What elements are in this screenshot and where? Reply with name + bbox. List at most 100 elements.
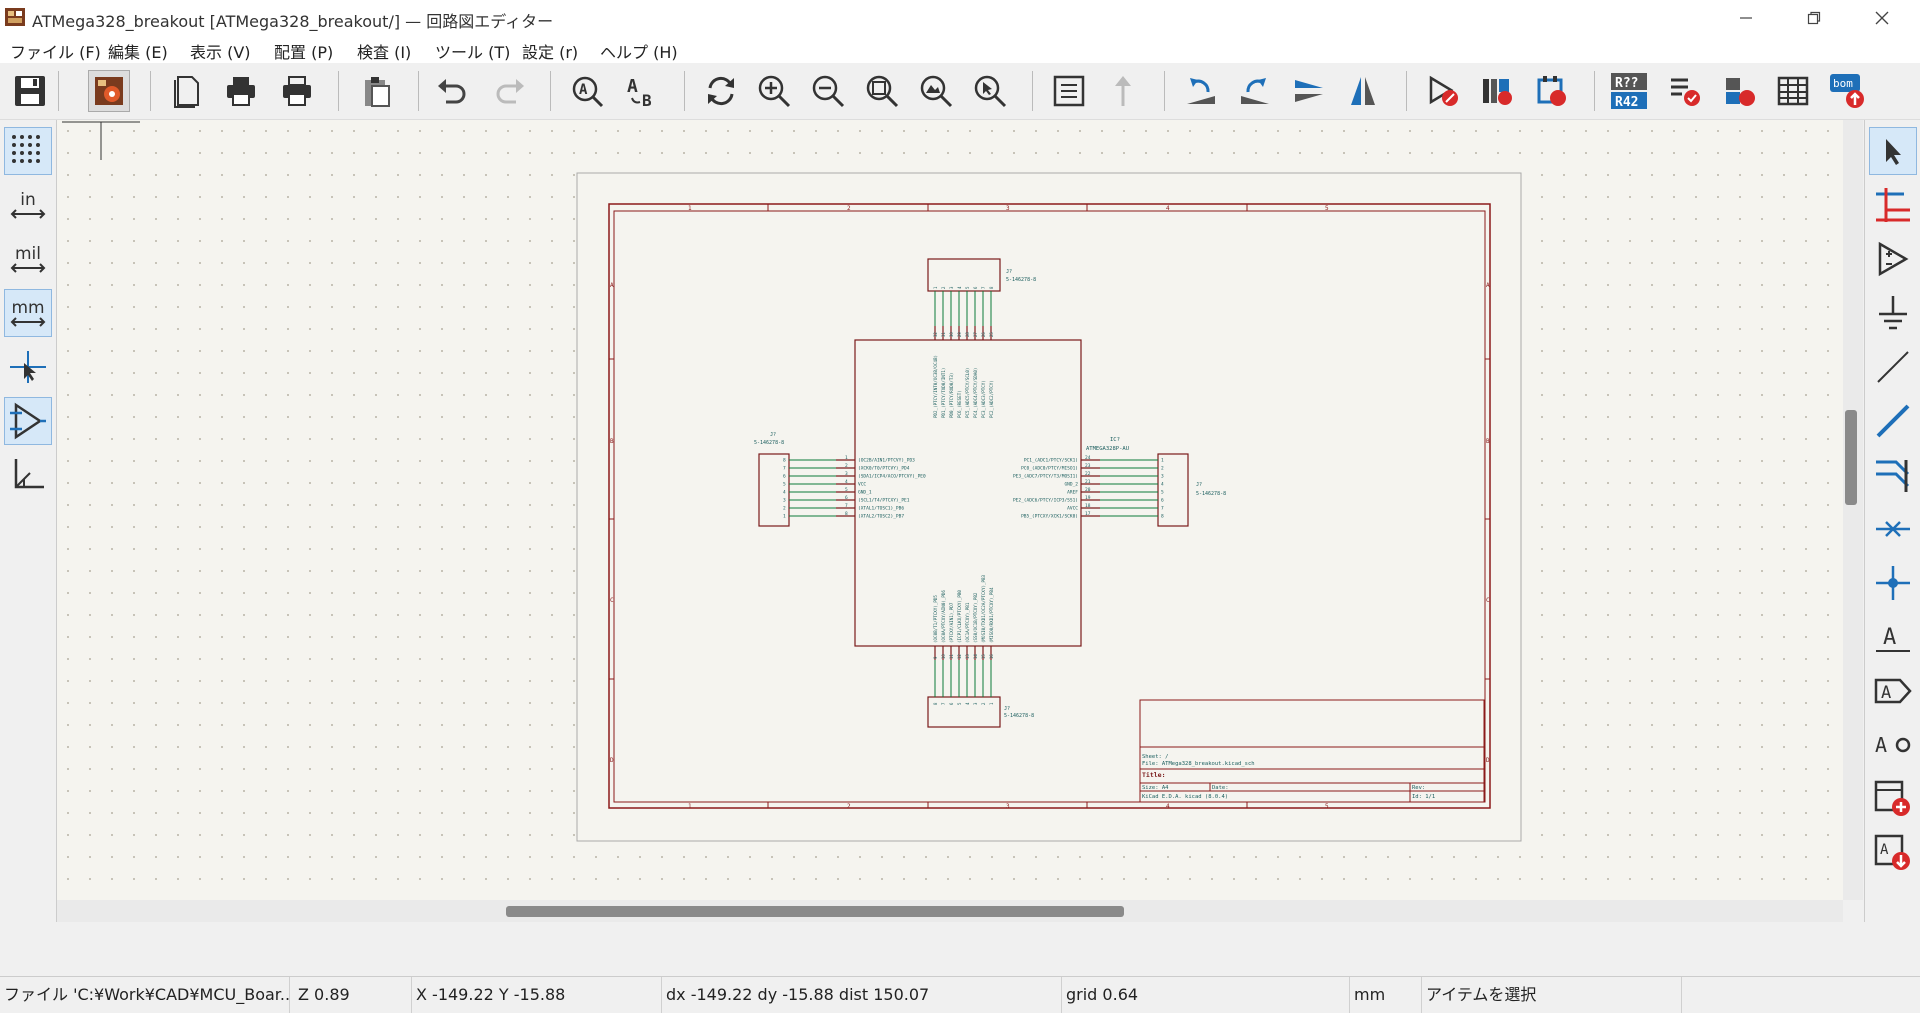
menu-inspect[interactable]: 検査 (I) [357, 39, 411, 63]
bom-label: bom [1833, 77, 1853, 90]
print-button[interactable] [220, 70, 262, 112]
horizontal-scroll-thumb[interactable] [506, 906, 1124, 917]
minimize-icon [1740, 16, 1752, 19]
ic-right-pin-name: PC0_(ADC0/PTCY/MISO1) [1021, 466, 1078, 472]
schematic-canvas[interactable]: 12345 12345 ABCD ABCD IC? ATMEGA328P-AU … [57, 120, 1863, 900]
zoom-selection-button[interactable] [969, 70, 1011, 112]
ic-top-pin-num: 28 [965, 332, 970, 337]
zoom-in-button[interactable] [753, 70, 795, 112]
svg-text:1: 1 [688, 803, 692, 810]
connector-left-pin-num: 1 [783, 514, 786, 520]
units-mm-button[interactable]: mm [4, 289, 52, 337]
mirror-vertical-button[interactable] [1288, 70, 1330, 112]
page-settings-icon [174, 76, 199, 108]
menu-tools[interactable]: ツール (T) [435, 39, 510, 63]
svg-text:A: A [1880, 842, 1889, 858]
ic-left-pin-num: 4 [845, 479, 848, 485]
add-power-button[interactable] [1869, 289, 1917, 337]
add-wire-button[interactable] [1869, 397, 1917, 445]
import-sheet-pin-button[interactable]: A [1869, 829, 1917, 877]
tb-id: Id: 1/1 [1412, 794, 1435, 800]
zoom-out-button[interactable] [807, 70, 849, 112]
ic-bottom-pin-num: 12 [957, 654, 962, 659]
ic-bottom-pin-num: 14 [973, 654, 978, 659]
select-tool-button[interactable] [1869, 127, 1917, 175]
menu-preferences[interactable]: 設定 (r) [522, 39, 578, 63]
mirror-horizontal-button[interactable] [1342, 70, 1384, 112]
full-cursor-button[interactable] [4, 343, 52, 391]
redo-button[interactable] [488, 70, 530, 112]
hidden-pins-button[interactable] [4, 397, 52, 445]
vertical-scrollbar[interactable] [1843, 120, 1863, 900]
status-grid: grid 0.64 [1062, 977, 1350, 1013]
paste-button[interactable] [356, 70, 398, 112]
grid-icon [12, 135, 40, 163]
footprint-editor-button[interactable] [1530, 70, 1572, 112]
highlight-net-button[interactable] [1869, 181, 1917, 229]
undo-button[interactable] [432, 70, 474, 112]
add-symbol-button[interactable] [1869, 235, 1917, 283]
symbol-editor-button[interactable] [1422, 70, 1464, 112]
svg-text:A: A [627, 76, 638, 97]
connector-left-pin-num: 7 [783, 466, 786, 472]
bom-table-button[interactable] [1772, 70, 1814, 112]
zoom-objects-button[interactable] [915, 70, 957, 112]
menu-edit[interactable]: 編集 (E) [108, 39, 168, 63]
add-junction-button[interactable] [1869, 559, 1917, 607]
hierarchy-navigator-button[interactable] [1048, 70, 1090, 112]
zoom-in-icon [758, 75, 791, 108]
annotate-button[interactable]: R?? R42 [1608, 70, 1650, 112]
status-file: ファイル 'C:¥Work¥CAD¥MCU_Boar... [0, 977, 290, 1013]
save-button[interactable] [9, 70, 51, 112]
add-global-label-button[interactable]: A [1869, 667, 1917, 715]
zoom-fit-button[interactable] [861, 70, 903, 112]
close-icon [1875, 11, 1889, 24]
leave-sheet-button[interactable] [1102, 70, 1144, 112]
page-settings-button[interactable] [166, 70, 208, 112]
ic-left-pin-name: (XCK0/T0/PTCVY)_PD4 [858, 466, 910, 472]
add-text-button[interactable]: A [1869, 721, 1917, 769]
units-inches-button[interactable]: in [4, 181, 52, 229]
find-replace-button[interactable]: AB [620, 70, 662, 112]
no-connect-button[interactable] [1869, 505, 1917, 553]
add-line-button[interactable] [1869, 343, 1917, 391]
menu-place[interactable]: 配置 (P) [274, 39, 333, 63]
svg-text:4: 4 [1166, 205, 1170, 212]
main-toolbar: A AB R?? R42 bom [0, 63, 1920, 120]
restore-button[interactable] [1784, 0, 1844, 35]
bom-export-button[interactable]: bom [1826, 70, 1868, 112]
zoom-out-icon [812, 75, 845, 108]
rotate-cw-button[interactable] [1234, 70, 1276, 112]
connector-left-pin-num: 8 [783, 458, 786, 464]
connector-left-pin-num: 4 [783, 490, 786, 496]
ic-right-pin-num: 19 [1085, 495, 1091, 501]
minimize-button[interactable] [1716, 0, 1776, 35]
plot-button[interactable] [276, 70, 318, 112]
symbol-browser-button[interactable] [1476, 70, 1518, 112]
ic-bottom-pin-name: (OC1A/PTCXY)_PB1 [965, 602, 970, 643]
refresh-button[interactable] [700, 70, 742, 112]
rotate-ccw-button[interactable] [1180, 70, 1222, 112]
svg-text:5: 5 [1325, 205, 1329, 212]
schematic-setup-button[interactable] [88, 70, 130, 112]
add-sheet-button[interactable] [1869, 775, 1917, 823]
add-bus-entry-button[interactable] [1869, 451, 1917, 499]
zoom-objects-icon [920, 75, 953, 108]
units-mils-button[interactable]: mil [4, 235, 52, 283]
menu-help[interactable]: ヘルプ (H) [600, 39, 678, 63]
close-button[interactable] [1852, 0, 1912, 35]
menu-view[interactable]: 表示 (V) [190, 39, 251, 63]
connector-right-pin-num: 3 [1161, 474, 1164, 480]
menu-file[interactable]: ファイル (F) [10, 39, 101, 63]
status-cursor-position: X -149.22 Y -15.88 [412, 977, 662, 1013]
assign-footprints-button[interactable] [1718, 70, 1760, 112]
toggle-grid-button[interactable] [4, 127, 52, 175]
vertical-scroll-thumb[interactable] [1845, 410, 1857, 505]
find-button[interactable]: A [566, 70, 608, 112]
wire-angle-button[interactable] [4, 451, 52, 499]
annotate-icon: R?? R42 [1611, 73, 1647, 110]
add-text-icon: A [1875, 733, 1911, 757]
tb-rev: Rev: [1412, 785, 1425, 791]
add-label-button[interactable]: A [1869, 613, 1917, 661]
erc-button[interactable] [1664, 70, 1706, 112]
